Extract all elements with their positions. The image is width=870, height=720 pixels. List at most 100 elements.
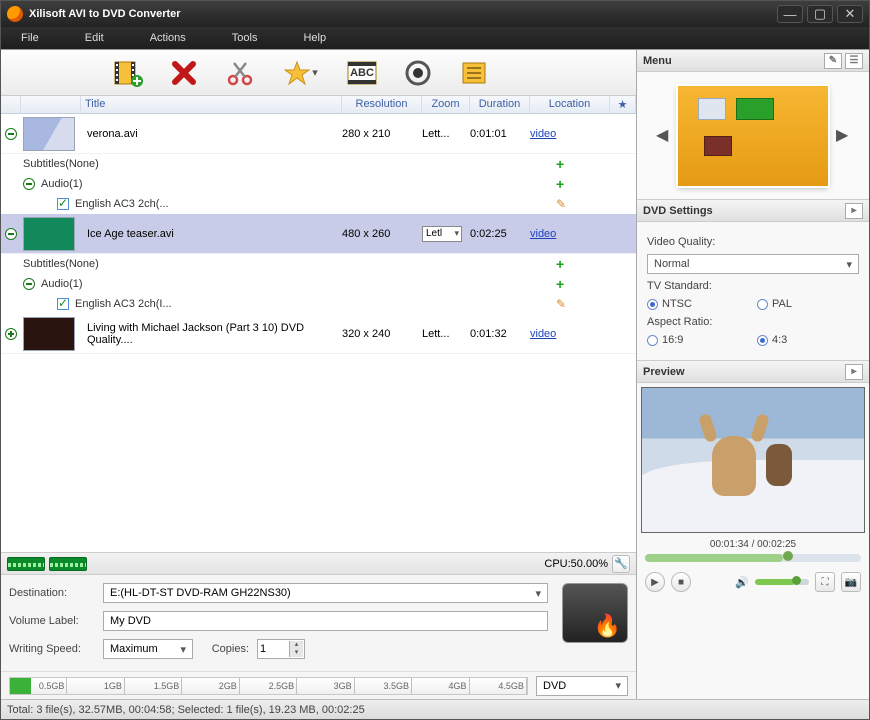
list-icon (461, 60, 487, 86)
maximize-button[interactable]: ▢ (807, 5, 833, 23)
zoom-select[interactable]: Letl (422, 226, 462, 242)
next-template-button[interactable]: ▶ (836, 125, 850, 147)
file-location-link[interactable]: video (530, 328, 556, 340)
file-row[interactable]: Ice Age teaser.avi 480 x 260 Letl 0:02:2… (1, 214, 636, 254)
seek-slider[interactable] (645, 554, 861, 562)
audio-track-row[interactable]: English AC3 2ch(I...✎ (1, 294, 636, 314)
audio-checkbox[interactable] (57, 198, 69, 210)
add-audio-icon[interactable]: + (556, 276, 564, 292)
edit-audio-icon[interactable]: ✎ (556, 297, 566, 311)
cpu-bar: CPU:50.00% 🔧 (1, 552, 636, 574)
collapse-icon[interactable] (5, 228, 17, 240)
file-row[interactable]: verona.avi 280 x 210 Lett... 0:01:01 vid… (1, 114, 636, 154)
audio-header-row[interactable]: Audio(1)+ (1, 274, 636, 294)
ar-43-radio[interactable] (757, 335, 768, 346)
scissors-icon (226, 60, 254, 86)
col-resolution[interactable]: Resolution (342, 96, 422, 113)
col-title[interactable]: Title (81, 96, 342, 113)
subtitle-button[interactable]: ABC (345, 56, 379, 90)
file-row[interactable]: Living with Michael Jackson (Part 3 10) … (1, 314, 636, 354)
file-list: verona.avi 280 x 210 Lett... 0:01:01 vid… (1, 114, 636, 552)
preview-viewport[interactable] (641, 387, 865, 533)
status-bar: Total: 3 file(s), 32.57MB, 00:04:58; Sel… (1, 699, 869, 719)
file-title: Ice Age teaser.avi (81, 228, 342, 240)
delete-button[interactable] (167, 56, 201, 90)
abc-film-icon: ABC (347, 60, 377, 86)
snapshot-button[interactable]: 📷 (841, 572, 861, 592)
start-burn-button[interactable] (562, 583, 628, 643)
menu-file[interactable]: File (21, 32, 39, 44)
edit-audio-icon[interactable]: ✎ (556, 197, 566, 211)
prev-template-button[interactable]: ◀ (656, 125, 670, 147)
pal-radio[interactable] (757, 299, 768, 310)
volume-label-input[interactable]: My DVD (103, 611, 548, 631)
video-quality-select[interactable]: Normal (647, 254, 859, 274)
file-zoom: Lett... (422, 128, 470, 140)
volume-slider[interactable] (755, 579, 809, 585)
menu-list-button[interactable]: ☰ (845, 53, 863, 69)
ar-169-radio[interactable] (647, 335, 658, 346)
preview-expand-button[interactable]: ▸ (845, 364, 863, 380)
cpu-graph-icon (49, 557, 87, 571)
preview-header: Preview ▸ (637, 361, 869, 383)
col-zoom[interactable]: Zoom (422, 96, 470, 113)
audio-checkbox[interactable] (57, 298, 69, 310)
audio-track-row[interactable]: English AC3 2ch(...✎ (1, 194, 636, 214)
disc-type-select[interactable]: DVD (536, 676, 628, 696)
minimize-button[interactable]: — (777, 5, 803, 23)
add-subtitle-icon[interactable]: + (556, 256, 564, 272)
menu-edit[interactable]: Edit (85, 32, 104, 44)
col-location[interactable]: Location (530, 96, 610, 113)
list-header: Title Resolution Zoom Duration Location … (1, 96, 636, 114)
toolbar: ▾ ABC (1, 50, 636, 96)
menubar: File Edit Actions Tools Help (1, 27, 869, 49)
burn-button[interactable] (401, 56, 435, 90)
dvd-settings-expand-button[interactable]: ▸ (845, 203, 863, 219)
app-logo-icon (7, 6, 23, 22)
menu-help[interactable]: Help (303, 32, 326, 44)
add-subtitle-icon[interactable]: + (556, 156, 564, 172)
subtitles-row[interactable]: Subtitles(None)+ (1, 254, 636, 274)
svg-text:ABC: ABC (350, 67, 374, 79)
fullscreen-button[interactable]: ⛶ (815, 572, 835, 592)
menu-actions[interactable]: Actions (150, 32, 186, 44)
cut-button[interactable] (223, 56, 257, 90)
writing-speed-select[interactable]: Maximum (103, 639, 193, 659)
audio-header-row[interactable]: Audio(1)+ (1, 174, 636, 194)
destination-select[interactable]: E:(HL-DT-ST DVD-RAM GH22NS30) (103, 583, 548, 603)
dvd-settings-panel: Video Quality: Normal TV Standard: NTSC … (637, 222, 869, 361)
stop-button[interactable]: ■ (671, 572, 691, 592)
cpu-settings-button[interactable]: 🔧 (612, 555, 630, 573)
effects-button[interactable]: ▾ (279, 56, 323, 90)
properties-button[interactable] (457, 56, 491, 90)
menu-template-area: ◀ ▶ (637, 72, 869, 200)
menu-tools[interactable]: Tools (232, 32, 258, 44)
add-audio-icon[interactable]: + (556, 176, 564, 192)
file-location-link[interactable]: video (530, 228, 556, 240)
cpu-label: CPU:50.00% (544, 558, 608, 570)
play-button[interactable]: ▶ (645, 572, 665, 592)
dvd-settings-header: DVD Settings ▸ (637, 200, 869, 222)
copies-stepper[interactable]: 1▴▾ (257, 639, 305, 659)
add-file-button[interactable] (111, 56, 145, 90)
subtitles-row[interactable]: Subtitles(None)+ (1, 154, 636, 174)
menu-edit-button[interactable]: ✎ (824, 53, 842, 69)
menu-template-thumbnail[interactable] (678, 86, 828, 186)
col-duration[interactable]: Duration (470, 96, 530, 113)
capacity-strip: 0.5GB 1GB 1.5GB 2GB 2.5GB 3GB 3.5GB 4GB … (1, 671, 636, 699)
collapse-icon[interactable] (23, 278, 35, 290)
ntsc-radio[interactable] (647, 299, 658, 310)
file-title: Living with Michael Jackson (Part 3 10) … (81, 322, 342, 346)
capacity-ruler: 0.5GB 1GB 1.5GB 2GB 2.5GB 3GB 3.5GB 4GB … (9, 677, 528, 695)
preview-time: 00:01:34 / 00:02:25 (637, 537, 869, 552)
collapse-icon[interactable] (5, 128, 17, 140)
expand-icon[interactable] (5, 328, 17, 340)
col-star[interactable]: ★ (610, 96, 636, 113)
tv-standard-label: TV Standard: (647, 280, 712, 292)
volume-icon[interactable]: 🔊 (735, 576, 749, 589)
file-location-link[interactable]: video (530, 128, 556, 140)
close-button[interactable]: ✕ (837, 5, 863, 23)
file-duration: 0:01:32 (470, 328, 530, 340)
collapse-icon[interactable] (23, 178, 35, 190)
x-icon (171, 60, 197, 86)
